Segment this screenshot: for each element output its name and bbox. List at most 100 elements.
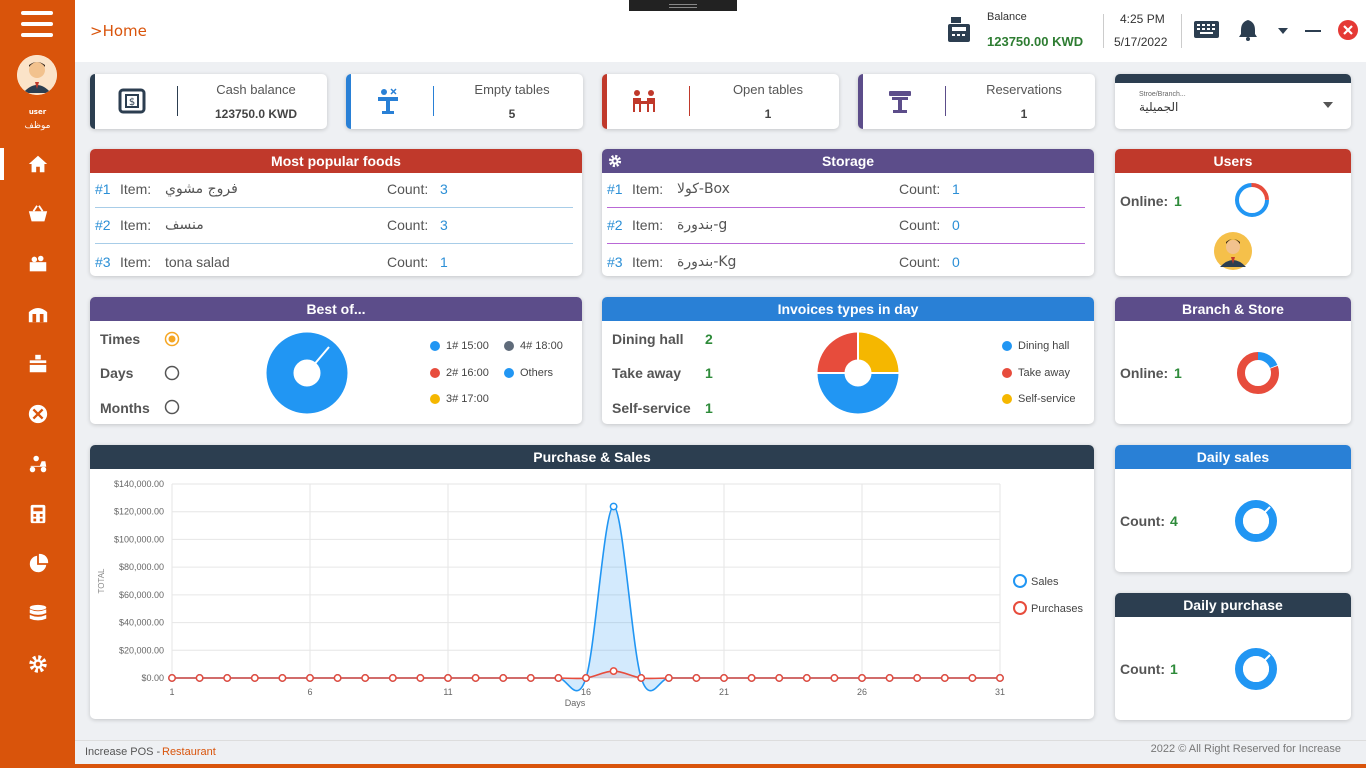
gear-icon[interactable] [608, 154, 622, 168]
nav-tables[interactable] [0, 344, 75, 384]
storage-card: Storage #1 Item: كولا-Box Count: 1 #2 It… [602, 149, 1094, 276]
minimize-button[interactable] [1305, 30, 1321, 32]
x-tick-label: 11 [443, 687, 452, 697]
legend-label: Sales [1031, 576, 1059, 588]
online-label: Online: [1120, 365, 1169, 381]
invoice-type-label: Take away [612, 365, 682, 381]
footer-copyright: 2022 © All Right Reserved for Increase [1150, 743, 1341, 755]
stat-empty-tables[interactable]: Empty tables 5 [346, 74, 583, 129]
item-rank: #2 [95, 217, 111, 233]
nav-settings[interactable] [0, 644, 75, 684]
avatar[interactable] [17, 55, 57, 95]
item-rank: #1 [95, 181, 111, 197]
footer-app: Increase POS - [85, 746, 161, 758]
nav-reports[interactable] [0, 544, 75, 584]
purchases-point [858, 674, 866, 682]
x-tick-label: 21 [719, 687, 729, 697]
list-item[interactable]: #2 Item: بندورة-g Count: 0 [602, 209, 1094, 245]
legend-label: Others [520, 367, 554, 379]
home-icon [28, 155, 47, 173]
purchases-point [582, 674, 590, 682]
purchases-point [720, 674, 728, 682]
item-rank: #1 [607, 181, 623, 197]
window-drag-handle[interactable] [629, 0, 737, 11]
nav-store[interactable] [0, 294, 75, 334]
nav-delivery[interactable] [0, 444, 75, 484]
purchases-point [968, 674, 977, 682]
footer-module[interactable]: Restaurant [162, 746, 216, 758]
keyboard-icon[interactable] [1194, 21, 1219, 38]
row-divider [95, 243, 573, 244]
breadcrumb[interactable]: >Home [90, 22, 147, 40]
legend-label: 1# 15:00 [446, 340, 489, 352]
card-title: Users [1115, 149, 1351, 173]
list-item[interactable]: #1 Item: فروج مشوي Count: 3 [90, 173, 582, 209]
database-icon [29, 604, 46, 621]
list-item[interactable]: #3 Item: tona salad Count: 1 [90, 246, 582, 276]
item-count: 3 [440, 181, 448, 197]
balance-label: Balance [987, 11, 1027, 23]
stat-open-tables[interactable]: Open tables 1 [602, 74, 839, 129]
item-rank: #3 [607, 254, 623, 270]
item-count: 0 [952, 254, 960, 270]
legend-item: Others [504, 367, 553, 379]
purchases-point [996, 674, 1004, 682]
card-title: Invoices types in day [602, 297, 1094, 321]
online-value: 1 [1174, 365, 1182, 381]
legend-item: Self-service [1002, 393, 1075, 405]
item-label: Item: [120, 217, 152, 233]
row-divider [607, 243, 1085, 244]
gear-icon [28, 655, 47, 673]
stat-value: 1 [1020, 107, 1028, 121]
invoice-type-label: Self-service [612, 400, 691, 416]
radio-times[interactable] [164, 331, 180, 347]
stat-label: Reservations [986, 82, 1062, 97]
card-title: Best of... [90, 297, 582, 321]
item-name: بندورة-Kg [677, 254, 737, 270]
count-value: 1 [1170, 661, 1178, 677]
nav-accounting[interactable] [0, 494, 75, 534]
stat-value: 1 [764, 107, 772, 121]
user-role: موظف [24, 121, 51, 131]
purchases-point [802, 674, 811, 682]
popular-foods-card: Most popular foods #1 Item: فروج مشوي Co… [90, 149, 582, 276]
stat-cash-balance[interactable]: $ Cash balance 123750.0 KWD [90, 74, 327, 129]
radio-months[interactable] [164, 399, 180, 415]
reservation-icon [889, 91, 911, 113]
nav-products[interactable] [0, 244, 75, 284]
nav-kitchen[interactable] [0, 394, 75, 434]
list-item[interactable]: #2 Item: منسف Count: 3 [90, 209, 582, 245]
nav-database[interactable] [0, 594, 75, 634]
branch-select-label: Stroe/Branch... [1139, 91, 1186, 98]
count-label: Count: [899, 254, 941, 270]
count-label: Count: [899, 181, 941, 197]
purchases-point [444, 674, 452, 682]
products-icon [29, 255, 46, 272]
item-label: Item: [632, 254, 664, 270]
y-tick-label: $120,000.00 [114, 507, 164, 517]
bell-icon[interactable] [1238, 19, 1258, 41]
close-icon[interactable] [1338, 20, 1358, 40]
nav-basket[interactable] [0, 194, 75, 234]
svg-text:$: $ [129, 97, 135, 108]
list-item[interactable]: #3 Item: بندورة-Kg Count: 0 [602, 246, 1094, 276]
legend-item: 4# 18:00 [504, 340, 563, 352]
daily-sales-donut [1235, 500, 1277, 542]
chevron-down-icon[interactable] [1277, 27, 1289, 35]
stat-reservations[interactable]: Reservations 1 [858, 74, 1095, 129]
stat-divider [433, 86, 434, 116]
purchases-point [388, 674, 397, 682]
nav-home[interactable] [0, 144, 75, 184]
delivery-icon [29, 455, 46, 473]
stat-divider [945, 86, 946, 116]
chart-title: Purchase & Sales [90, 445, 1094, 469]
card-title: Most popular foods [90, 149, 582, 173]
y-tick-label: $0.00 [141, 673, 164, 683]
list-item[interactable]: #1 Item: كولا-Box Count: 1 [602, 173, 1094, 209]
radio-days[interactable] [164, 365, 180, 381]
invoice-type-value: 1 [705, 365, 713, 381]
purchases-point [333, 674, 342, 682]
stat-value: 123750.0 KWD [214, 107, 298, 121]
branch-select[interactable]: Stroe/Branch... الجميلية [1115, 74, 1351, 129]
menu-icon[interactable] [21, 11, 53, 37]
